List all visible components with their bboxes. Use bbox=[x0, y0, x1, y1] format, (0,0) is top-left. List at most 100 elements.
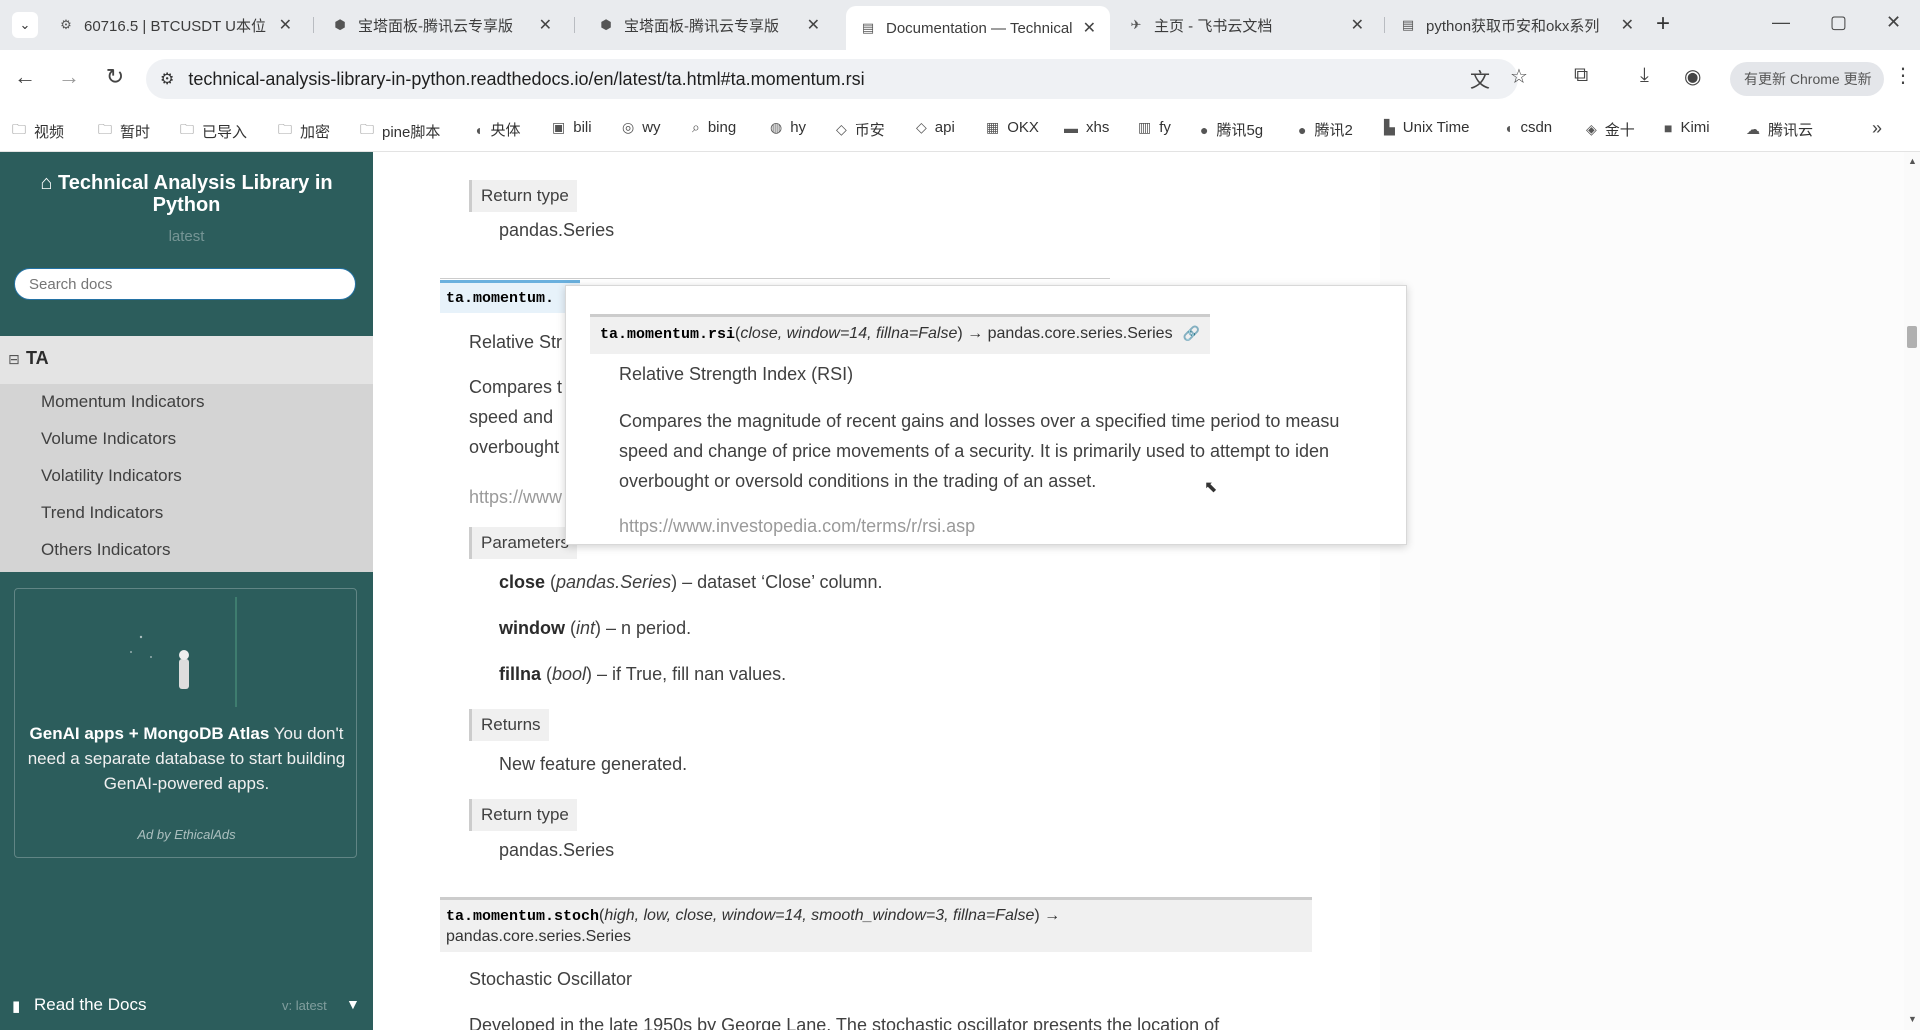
sidebar-item-volume[interactable]: Volume Indicators bbox=[41, 429, 176, 449]
bookmark-item[interactable]: ■ Kimi bbox=[1664, 119, 1710, 136]
maximize-icon[interactable]: ▢ bbox=[1830, 12, 1847, 33]
bookmark-item[interactable]: ◍ hy bbox=[770, 119, 806, 136]
forward-icon[interactable]: → bbox=[54, 64, 84, 90]
toc-list: Momentum Indicators Volume Indicators Vo… bbox=[0, 384, 373, 572]
browser-tab-btcusdt[interactable]: ⚙ 60716.5 | BTCUSDT U本位 ✕ bbox=[44, 8, 306, 42]
bookmark-item[interactable]: ● 腾讯2 bbox=[1298, 119, 1353, 140]
panel-icon: ⬢ bbox=[600, 17, 612, 32]
collapse-icon[interactable]: ⊟ bbox=[8, 351, 20, 368]
bookmark-item[interactable]: ◖ csdn bbox=[1504, 119, 1552, 136]
c-icon: ◖ bbox=[474, 121, 483, 138]
bookmark-item[interactable]: ▙ Unix Time bbox=[1384, 119, 1469, 136]
bookmark-item[interactable]: ◇ 币安 bbox=[836, 119, 885, 140]
folder-icon: 🗀 bbox=[278, 121, 292, 137]
browser-tab-baota-2[interactable]: ⬢ 宝塔面板-腾讯云专享版 ✕ bbox=[584, 8, 834, 42]
download-icon[interactable]: ⤓ bbox=[1640, 64, 1649, 87]
site-info-icon[interactable]: ⚙ bbox=[160, 69, 174, 89]
panel-icon: ⬢ bbox=[334, 17, 346, 32]
page-scrollbar[interactable]: ▲ ▼ bbox=[1904, 152, 1920, 1030]
close-icon[interactable]: ✕ bbox=[279, 15, 292, 35]
bookmark-item[interactable]: 🗀 加密 bbox=[278, 119, 330, 143]
search-docs-input[interactable] bbox=[14, 268, 356, 300]
close-icon[interactable]: ✕ bbox=[807, 15, 820, 35]
toc-section-label: TA bbox=[26, 348, 49, 368]
menu-icon[interactable]: ⋮ bbox=[1893, 63, 1913, 88]
gold-icon: ◈ bbox=[1586, 121, 1597, 137]
project-title-link[interactable]: ⌂ Technical Analysis Library in Python bbox=[30, 172, 343, 216]
sidebar-item-trend[interactable]: Trend Indicators bbox=[41, 503, 163, 523]
update-chip[interactable]: 有更新 Chrome 更新 bbox=[1730, 62, 1884, 96]
param-item: fillna (bool) – if True, fill nan values… bbox=[499, 664, 787, 684]
okx-icon: ▦ bbox=[986, 119, 1000, 135]
bookmark-item[interactable]: ⌕ bing bbox=[692, 119, 736, 136]
scroll-thumb[interactable] bbox=[1907, 326, 1917, 348]
param-item: close (pandas.Series) – dataset ‘Close’ … bbox=[499, 572, 883, 592]
toc-current-section[interactable]: ⊟ TA bbox=[0, 336, 373, 384]
new-tab-button[interactable]: + bbox=[1656, 10, 1670, 38]
home-icon: ⌂ bbox=[40, 172, 59, 194]
read-the-docs-bar[interactable]: ▮ Read the Docs v: latest ▼ bbox=[0, 982, 373, 1030]
bookmark-item[interactable]: ▥ fy bbox=[1138, 119, 1171, 136]
ethical-ad[interactable]: GenAI apps + MongoDB Atlas You don't nee… bbox=[14, 588, 357, 858]
ad-footer[interactable]: Ad by EthicalAds bbox=[15, 827, 358, 842]
bookmark-star-icon[interactable]: ☆ bbox=[1510, 64, 1528, 89]
popup-description: Compares the magnitude of recent gains a… bbox=[619, 411, 1340, 491]
page-gutter bbox=[1380, 152, 1904, 1030]
stoch-desc: Developed in the late 1950s by George La… bbox=[469, 1015, 1220, 1030]
caret-down-icon: ▼ bbox=[346, 996, 360, 1012]
account-icon[interactable]: ◉ bbox=[1684, 64, 1701, 89]
window-close-icon[interactable]: ✕ bbox=[1886, 12, 1901, 33]
close-icon[interactable]: ✕ bbox=[1351, 15, 1364, 35]
scroll-down-icon[interactable]: ▼ bbox=[1908, 1014, 1917, 1024]
divider bbox=[440, 278, 1110, 279]
c-icon: ◖ bbox=[1504, 119, 1513, 136]
bookmark-item[interactable]: ◈ 金十 bbox=[1586, 119, 1635, 140]
tab-search-button[interactable]: ⌄ bbox=[12, 12, 38, 38]
browser-tab-baota-1[interactable]: ⬢ 宝塔面板-腾讯云专享版 ✕ bbox=[318, 8, 566, 42]
bookmark-item[interactable]: ◎ wy bbox=[622, 119, 661, 136]
popup-link[interactable]: https://www.investopedia.com/terms/r/rsi… bbox=[619, 516, 975, 537]
rsi-link[interactable]: https://www bbox=[469, 482, 562, 512]
stoch-title: Stochastic Oscillator bbox=[469, 969, 633, 989]
bookmark-item[interactable]: 🗀 pine脚本 bbox=[360, 119, 440, 143]
bookmark-item[interactable]: ● 腾讯5g bbox=[1200, 119, 1263, 140]
folder-icon: 🗀 bbox=[98, 121, 112, 137]
rsi-desc-line: Compares t bbox=[469, 377, 563, 397]
bookmark-item[interactable]: ◇ api bbox=[916, 119, 955, 136]
rsi-desc-line: overbought bbox=[469, 437, 560, 457]
browser-tab-documentation[interactable]: ▤ Documentation — Technical Analysis Lib… bbox=[846, 6, 1110, 50]
translate-icon[interactable]: 文 bbox=[1470, 64, 1490, 93]
chevron-double-right-icon[interactable]: » bbox=[1872, 118, 1882, 139]
minimize-icon[interactable]: — bbox=[1772, 12, 1790, 33]
extensions-icon[interactable]: ⧉ bbox=[1574, 64, 1588, 87]
bookmark-item[interactable]: 🗀 视频 bbox=[12, 119, 64, 143]
bookmark-item[interactable]: ▦ OKX bbox=[986, 119, 1039, 136]
sidebar-item-others[interactable]: Others Indicators bbox=[41, 540, 170, 560]
scroll-up-icon[interactable]: ▲ bbox=[1908, 156, 1917, 166]
reload-icon[interactable]: ↻ bbox=[100, 64, 130, 90]
browser-tab-feishu[interactable]: ✈ 主页 - 飞书云文档 ✕ bbox=[1114, 8, 1378, 42]
bookmark-item[interactable]: ◖ 央体 bbox=[474, 119, 520, 140]
kimi-icon: ■ bbox=[1664, 119, 1673, 136]
address-bar[interactable]: ⚙ technical-analysis-library-in-python.r… bbox=[146, 59, 1518, 99]
url-text[interactable]: technical-analysis-library-in-python.rea… bbox=[188, 69, 864, 90]
back-icon[interactable]: ← bbox=[10, 64, 40, 90]
bookmark-item[interactable]: 🗀 暂时 bbox=[98, 119, 150, 143]
tab-divider bbox=[1384, 17, 1385, 33]
bookmark-item[interactable]: 🗀 已导入 bbox=[180, 119, 247, 143]
folder-icon: 🗀 bbox=[180, 121, 194, 137]
bookmark-item[interactable]: ▬ xhs bbox=[1064, 119, 1109, 136]
close-icon[interactable]: ✕ bbox=[1083, 18, 1096, 38]
hover-preview-popup: ta.momentum.rsi(close, window=14, fillna… bbox=[565, 285, 1407, 545]
stoch-signature: ta.momentum.stoch(high, low, close, wind… bbox=[440, 897, 1312, 952]
globe-icon: ◍ bbox=[770, 119, 783, 135]
bookmark-item[interactable]: ☁ 腾讯云 bbox=[1746, 119, 1813, 140]
sidebar-item-momentum[interactable]: Momentum Indicators bbox=[41, 392, 204, 412]
permalink-icon[interactable]: 🔗 bbox=[1183, 325, 1200, 341]
browser-tab-python-okx[interactable]: ▤ python获取币安和okx系列 ✕ bbox=[1386, 8, 1648, 42]
sidebar-item-volatility[interactable]: Volatility Indicators bbox=[41, 466, 182, 486]
returns-label: Returns bbox=[469, 709, 549, 741]
bookmark-item[interactable]: ▣ bili bbox=[552, 119, 592, 136]
close-icon[interactable]: ✕ bbox=[1621, 15, 1634, 35]
close-icon[interactable]: ✕ bbox=[539, 15, 552, 35]
